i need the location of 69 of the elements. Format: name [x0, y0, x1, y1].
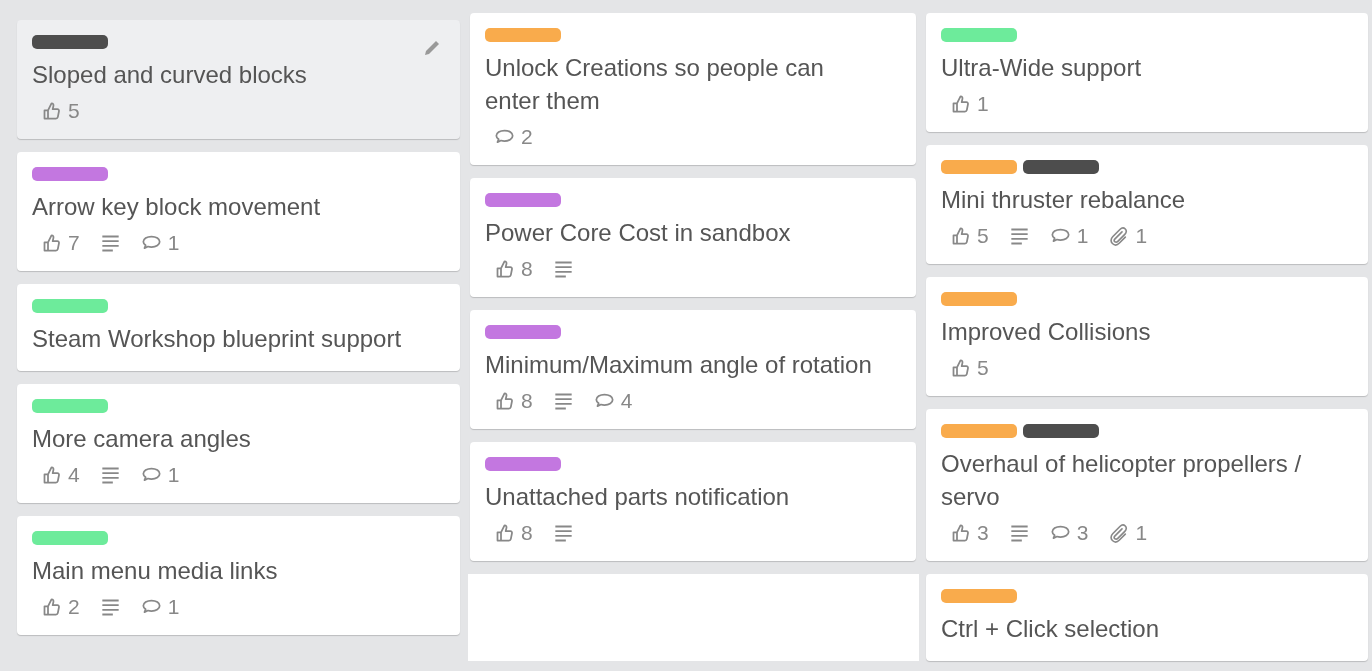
card-title: Power Core Cost in sandbox	[485, 218, 792, 248]
thumbs-up-icon	[41, 232, 62, 254]
thumbs-up-icon	[494, 390, 515, 412]
card-title: Steam Workshop blueprint support	[32, 324, 403, 354]
card[interactable]: Steam Workshop blueprint support	[17, 284, 460, 371]
label-bar[interactable]	[485, 325, 561, 339]
badge-count: 4	[68, 463, 80, 487]
badge-count: 1	[1076, 224, 1089, 248]
card-title: Ctrl + Click selection	[941, 614, 1161, 644]
thumbs-up-icon	[950, 225, 971, 247]
card-title: More camera angles	[32, 424, 252, 454]
thumbs-up-icon	[950, 93, 971, 115]
badge-count: 2	[68, 595, 80, 619]
card[interactable]: Overhaul of helicopter propellers / servo 3 3 1	[926, 409, 1368, 561]
label-bar[interactable]	[1023, 160, 1099, 174]
label-bar[interactable]	[32, 35, 108, 49]
label-bar[interactable]	[485, 193, 561, 207]
badge-count: 3	[1076, 521, 1089, 545]
label-bar[interactable]	[1023, 424, 1099, 438]
card-title: Mini thruster rebalance	[941, 185, 1187, 215]
badge-count: 3	[977, 521, 989, 545]
thumbs-up-icon	[494, 258, 515, 280]
thumbs-up-icon	[41, 100, 62, 122]
pencil-icon[interactable]	[422, 38, 442, 58]
card-title: Arrow key block movement	[32, 192, 322, 222]
badge-count: 1	[167, 463, 180, 487]
badge-count: 1	[977, 92, 989, 116]
thumbs-up-icon	[494, 522, 515, 544]
card[interactable]: Unattached parts notification 8	[470, 442, 916, 561]
thumbs-up-icon	[41, 596, 62, 618]
card[interactable]: Unlock Creations so people can enter them 2	[470, 13, 916, 165]
badge-count: 4	[620, 389, 633, 413]
paperclip-icon	[1108, 225, 1130, 247]
card[interactable]: More camera angles 4 1	[17, 384, 460, 503]
badge-count: 1	[1135, 521, 1148, 545]
badge-count: 8	[521, 257, 533, 281]
paperclip-icon	[1108, 522, 1130, 544]
card-title: Minimum/Maximum angle of rotation	[485, 350, 873, 380]
card-title: Overhaul of helicopter propellers / servo	[941, 449, 1303, 512]
badge-count: 2	[521, 125, 533, 149]
card[interactable]: Power Core Cost in sandbox 8	[470, 178, 916, 297]
card-title: Unattached parts notification	[485, 482, 791, 512]
card[interactable]: Ultra-Wide support 1	[926, 13, 1368, 132]
card[interactable]: Sloped and curved blocks 5	[17, 20, 460, 139]
card-title: Ultra-Wide support	[941, 53, 1143, 83]
card[interactable]: Main menu media links 2 1	[17, 516, 460, 635]
card[interactable]: Arrow key block movement 7 1	[17, 152, 460, 271]
card-title: Improved Collisions	[941, 317, 1152, 347]
thumbs-up-icon	[41, 464, 62, 486]
card-title: Sloped and curved blocks	[32, 60, 308, 90]
badge-count: 8	[521, 389, 533, 413]
thumbs-up-icon	[950, 357, 971, 379]
card[interactable]: Mini thruster rebalance 5 1 1	[926, 145, 1368, 264]
card-title: Main menu media links	[32, 556, 279, 586]
badge-count: 5	[977, 356, 989, 380]
card[interactable]: Improved Collisions 5	[926, 277, 1368, 396]
badge-count: 8	[521, 521, 533, 545]
badge-count: 5	[977, 224, 989, 248]
badge-count: 1	[167, 231, 180, 255]
label-bar[interactable]	[485, 457, 561, 471]
badge-count: 1	[167, 595, 180, 619]
label-bar[interactable]	[32, 167, 108, 181]
card[interactable]: Ctrl + Click selection	[926, 574, 1368, 661]
badge-count: 5	[68, 99, 80, 123]
card-title: Unlock Creations so people can enter them	[485, 53, 825, 116]
thumbs-up-icon	[950, 522, 971, 544]
badge-count: 1	[1135, 224, 1148, 248]
badge-count: 7	[68, 231, 80, 255]
card[interactable]: Minimum/Maximum angle of rotation 8 4	[470, 310, 916, 429]
